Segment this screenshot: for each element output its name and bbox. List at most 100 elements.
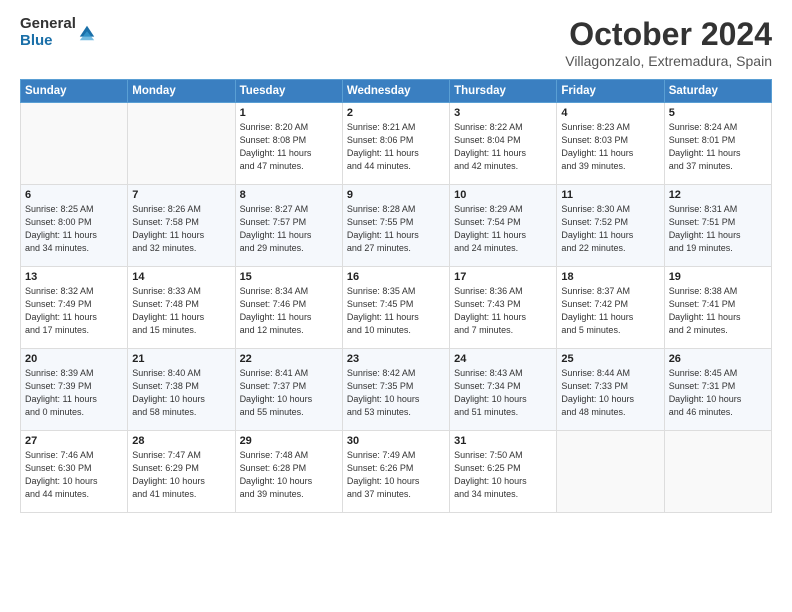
day-cell: 16Sunrise: 8:35 AM Sunset: 7:45 PM Dayli… bbox=[342, 267, 449, 349]
day-cell: 12 Sunrise: 8:31 AM Sunset: 7:51 PM Dayli… bbox=[664, 185, 771, 267]
day-info: Sunrise: 8:44 AM Sunset: 7:33 PM Dayligh… bbox=[561, 367, 659, 419]
day-number: 29 bbox=[240, 435, 338, 447]
day-cell: 18 Sunrise: 8:37 AM Sunset: 7:42 PM Dayli… bbox=[557, 267, 664, 349]
day-cell bbox=[21, 103, 128, 185]
week-row-5: 27 Sunrise: 7:46 AM Sunset: 6:30 PM Dayli… bbox=[21, 431, 772, 513]
day-number: 31 bbox=[454, 435, 552, 447]
day-cell: 17 Sunrise: 8:36 AM Sunset: 7:43 PM Dayli… bbox=[450, 267, 557, 349]
day-number: 23 bbox=[347, 353, 445, 365]
day-number: 14 bbox=[132, 271, 230, 283]
day-cell bbox=[664, 431, 771, 513]
day-number: 22 bbox=[240, 353, 338, 365]
day-cell: 31 Sunrise: 7:50 AM Sunset: 6:25 PM Dayli… bbox=[450, 431, 557, 513]
day-cell: 25 Sunrise: 8:44 AM Sunset: 7:33 PM Dayli… bbox=[557, 349, 664, 431]
day-number: 8 bbox=[240, 189, 338, 201]
day-number: 25 bbox=[561, 353, 659, 365]
title-block: October 2024 Villagonzalo, Extremadura, … bbox=[565, 16, 772, 69]
day-info: Sunrise: 8:27 AM Sunset: 7:57 PM Dayligh… bbox=[240, 203, 338, 255]
day-info: Sunrise: 8:33 AM Sunset: 7:48 PM Dayligh… bbox=[132, 285, 230, 337]
day-cell: 11Sunrise: 8:30 AM Sunset: 7:52 PM Dayli… bbox=[557, 185, 664, 267]
day-cell: 14 Sunrise: 8:33 AM Sunset: 7:48 PM Dayli… bbox=[128, 267, 235, 349]
week-row-3: 13 Sunrise: 8:32 AM Sunset: 7:49 PM Dayli… bbox=[21, 267, 772, 349]
day-number: 13 bbox=[25, 271, 123, 283]
week-row-4: 20Sunrise: 8:39 AM Sunset: 7:39 PM Dayli… bbox=[21, 349, 772, 431]
day-info: Sunrise: 7:50 AM Sunset: 6:25 PM Dayligh… bbox=[454, 449, 552, 501]
location: Villagonzalo, Extremadura, Spain bbox=[565, 53, 772, 69]
day-cell: 10Sunrise: 8:29 AM Sunset: 7:54 PM Dayli… bbox=[450, 185, 557, 267]
day-info: Sunrise: 8:36 AM Sunset: 7:43 PM Dayligh… bbox=[454, 285, 552, 337]
day-number: 30 bbox=[347, 435, 445, 447]
logo-icon bbox=[78, 24, 96, 42]
day-cell: 19 Sunrise: 8:38 AM Sunset: 7:41 PM Dayli… bbox=[664, 267, 771, 349]
day-cell: 3 Sunrise: 8:22 AM Sunset: 8:04 PM Daylig… bbox=[450, 103, 557, 185]
day-number: 18 bbox=[561, 271, 659, 283]
day-number: 3 bbox=[454, 107, 552, 119]
day-cell: 2 Sunrise: 8:21 AM Sunset: 8:06 PM Daylig… bbox=[342, 103, 449, 185]
day-number: 6 bbox=[25, 189, 123, 201]
day-cell: 27 Sunrise: 7:46 AM Sunset: 6:30 PM Dayli… bbox=[21, 431, 128, 513]
day-number: 2 bbox=[347, 107, 445, 119]
day-info: Sunrise: 8:31 AM Sunset: 7:51 PM Dayligh… bbox=[669, 203, 767, 255]
day-info: Sunrise: 8:38 AM Sunset: 7:41 PM Dayligh… bbox=[669, 285, 767, 337]
logo-blue: Blue bbox=[20, 33, 76, 50]
col-header-thursday: Thursday bbox=[450, 80, 557, 103]
day-info: Sunrise: 7:48 AM Sunset: 6:28 PM Dayligh… bbox=[240, 449, 338, 501]
day-cell: 23 Sunrise: 8:42 AM Sunset: 7:35 PM Dayli… bbox=[342, 349, 449, 431]
day-cell: 21 Sunrise: 8:40 AM Sunset: 7:38 PM Dayli… bbox=[128, 349, 235, 431]
week-row-1: 1 Sunrise: 8:20 AM Sunset: 8:08 PM Daylig… bbox=[21, 103, 772, 185]
day-info: Sunrise: 8:21 AM Sunset: 8:06 PM Dayligh… bbox=[347, 121, 445, 173]
day-cell: 20Sunrise: 8:39 AM Sunset: 7:39 PM Dayli… bbox=[21, 349, 128, 431]
day-cell: 1 Sunrise: 8:20 AM Sunset: 8:08 PM Daylig… bbox=[235, 103, 342, 185]
day-number: 7 bbox=[132, 189, 230, 201]
logo: General Blue bbox=[20, 16, 96, 49]
day-number: 1 bbox=[240, 107, 338, 119]
day-info: Sunrise: 7:46 AM Sunset: 6:30 PM Dayligh… bbox=[25, 449, 123, 501]
col-header-monday: Monday bbox=[128, 80, 235, 103]
day-info: Sunrise: 8:42 AM Sunset: 7:35 PM Dayligh… bbox=[347, 367, 445, 419]
day-info: Sunrise: 7:47 AM Sunset: 6:29 PM Dayligh… bbox=[132, 449, 230, 501]
day-number: 5 bbox=[669, 107, 767, 119]
day-number: 19 bbox=[669, 271, 767, 283]
day-info: Sunrise: 8:37 AM Sunset: 7:42 PM Dayligh… bbox=[561, 285, 659, 337]
day-cell: 8 Sunrise: 8:27 AM Sunset: 7:57 PM Daylig… bbox=[235, 185, 342, 267]
day-cell: 26 Sunrise: 8:45 AM Sunset: 7:31 PM Dayli… bbox=[664, 349, 771, 431]
col-header-tuesday: Tuesday bbox=[235, 80, 342, 103]
day-number: 17 bbox=[454, 271, 552, 283]
day-cell bbox=[128, 103, 235, 185]
day-cell: 13 Sunrise: 8:32 AM Sunset: 7:49 PM Dayli… bbox=[21, 267, 128, 349]
logo-general: General bbox=[20, 16, 76, 33]
day-number: 24 bbox=[454, 353, 552, 365]
header: General Blue October 2024 Villagonzalo, … bbox=[20, 16, 772, 69]
col-header-friday: Friday bbox=[557, 80, 664, 103]
day-cell bbox=[557, 431, 664, 513]
day-cell: 22Sunrise: 8:41 AM Sunset: 7:37 PM Dayli… bbox=[235, 349, 342, 431]
day-info: Sunrise: 7:49 AM Sunset: 6:26 PM Dayligh… bbox=[347, 449, 445, 501]
day-number: 27 bbox=[25, 435, 123, 447]
day-cell: 28Sunrise: 7:47 AM Sunset: 6:29 PM Dayli… bbox=[128, 431, 235, 513]
day-cell: 24 Sunrise: 8:43 AM Sunset: 7:34 PM Dayli… bbox=[450, 349, 557, 431]
day-number: 15 bbox=[240, 271, 338, 283]
day-number: 21 bbox=[132, 353, 230, 365]
day-cell: 6 Sunrise: 8:25 AM Sunset: 8:00 PM Daylig… bbox=[21, 185, 128, 267]
day-info: Sunrise: 8:32 AM Sunset: 7:49 PM Dayligh… bbox=[25, 285, 123, 337]
page: General Blue October 2024 Villagonzalo, … bbox=[0, 0, 792, 612]
day-info: Sunrise: 8:43 AM Sunset: 7:34 PM Dayligh… bbox=[454, 367, 552, 419]
day-info: Sunrise: 8:23 AM Sunset: 8:03 PM Dayligh… bbox=[561, 121, 659, 173]
day-number: 12 bbox=[669, 189, 767, 201]
day-info: Sunrise: 8:45 AM Sunset: 7:31 PM Dayligh… bbox=[669, 367, 767, 419]
day-cell: 15Sunrise: 8:34 AM Sunset: 7:46 PM Dayli… bbox=[235, 267, 342, 349]
day-info: Sunrise: 8:40 AM Sunset: 7:38 PM Dayligh… bbox=[132, 367, 230, 419]
col-header-wednesday: Wednesday bbox=[342, 80, 449, 103]
day-info: Sunrise: 8:22 AM Sunset: 8:04 PM Dayligh… bbox=[454, 121, 552, 173]
day-info: Sunrise: 8:20 AM Sunset: 8:08 PM Dayligh… bbox=[240, 121, 338, 173]
day-info: Sunrise: 8:24 AM Sunset: 8:01 PM Dayligh… bbox=[669, 121, 767, 173]
day-info: Sunrise: 8:39 AM Sunset: 7:39 PM Dayligh… bbox=[25, 367, 123, 419]
col-header-saturday: Saturday bbox=[664, 80, 771, 103]
week-row-2: 6 Sunrise: 8:25 AM Sunset: 8:00 PM Daylig… bbox=[21, 185, 772, 267]
logo-text: General Blue bbox=[20, 16, 76, 49]
day-info: Sunrise: 8:35 AM Sunset: 7:45 PM Dayligh… bbox=[347, 285, 445, 337]
day-info: Sunrise: 8:25 AM Sunset: 8:00 PM Dayligh… bbox=[25, 203, 123, 255]
day-cell: 30 Sunrise: 7:49 AM Sunset: 6:26 PM Dayli… bbox=[342, 431, 449, 513]
day-number: 26 bbox=[669, 353, 767, 365]
day-number: 11 bbox=[561, 189, 659, 201]
